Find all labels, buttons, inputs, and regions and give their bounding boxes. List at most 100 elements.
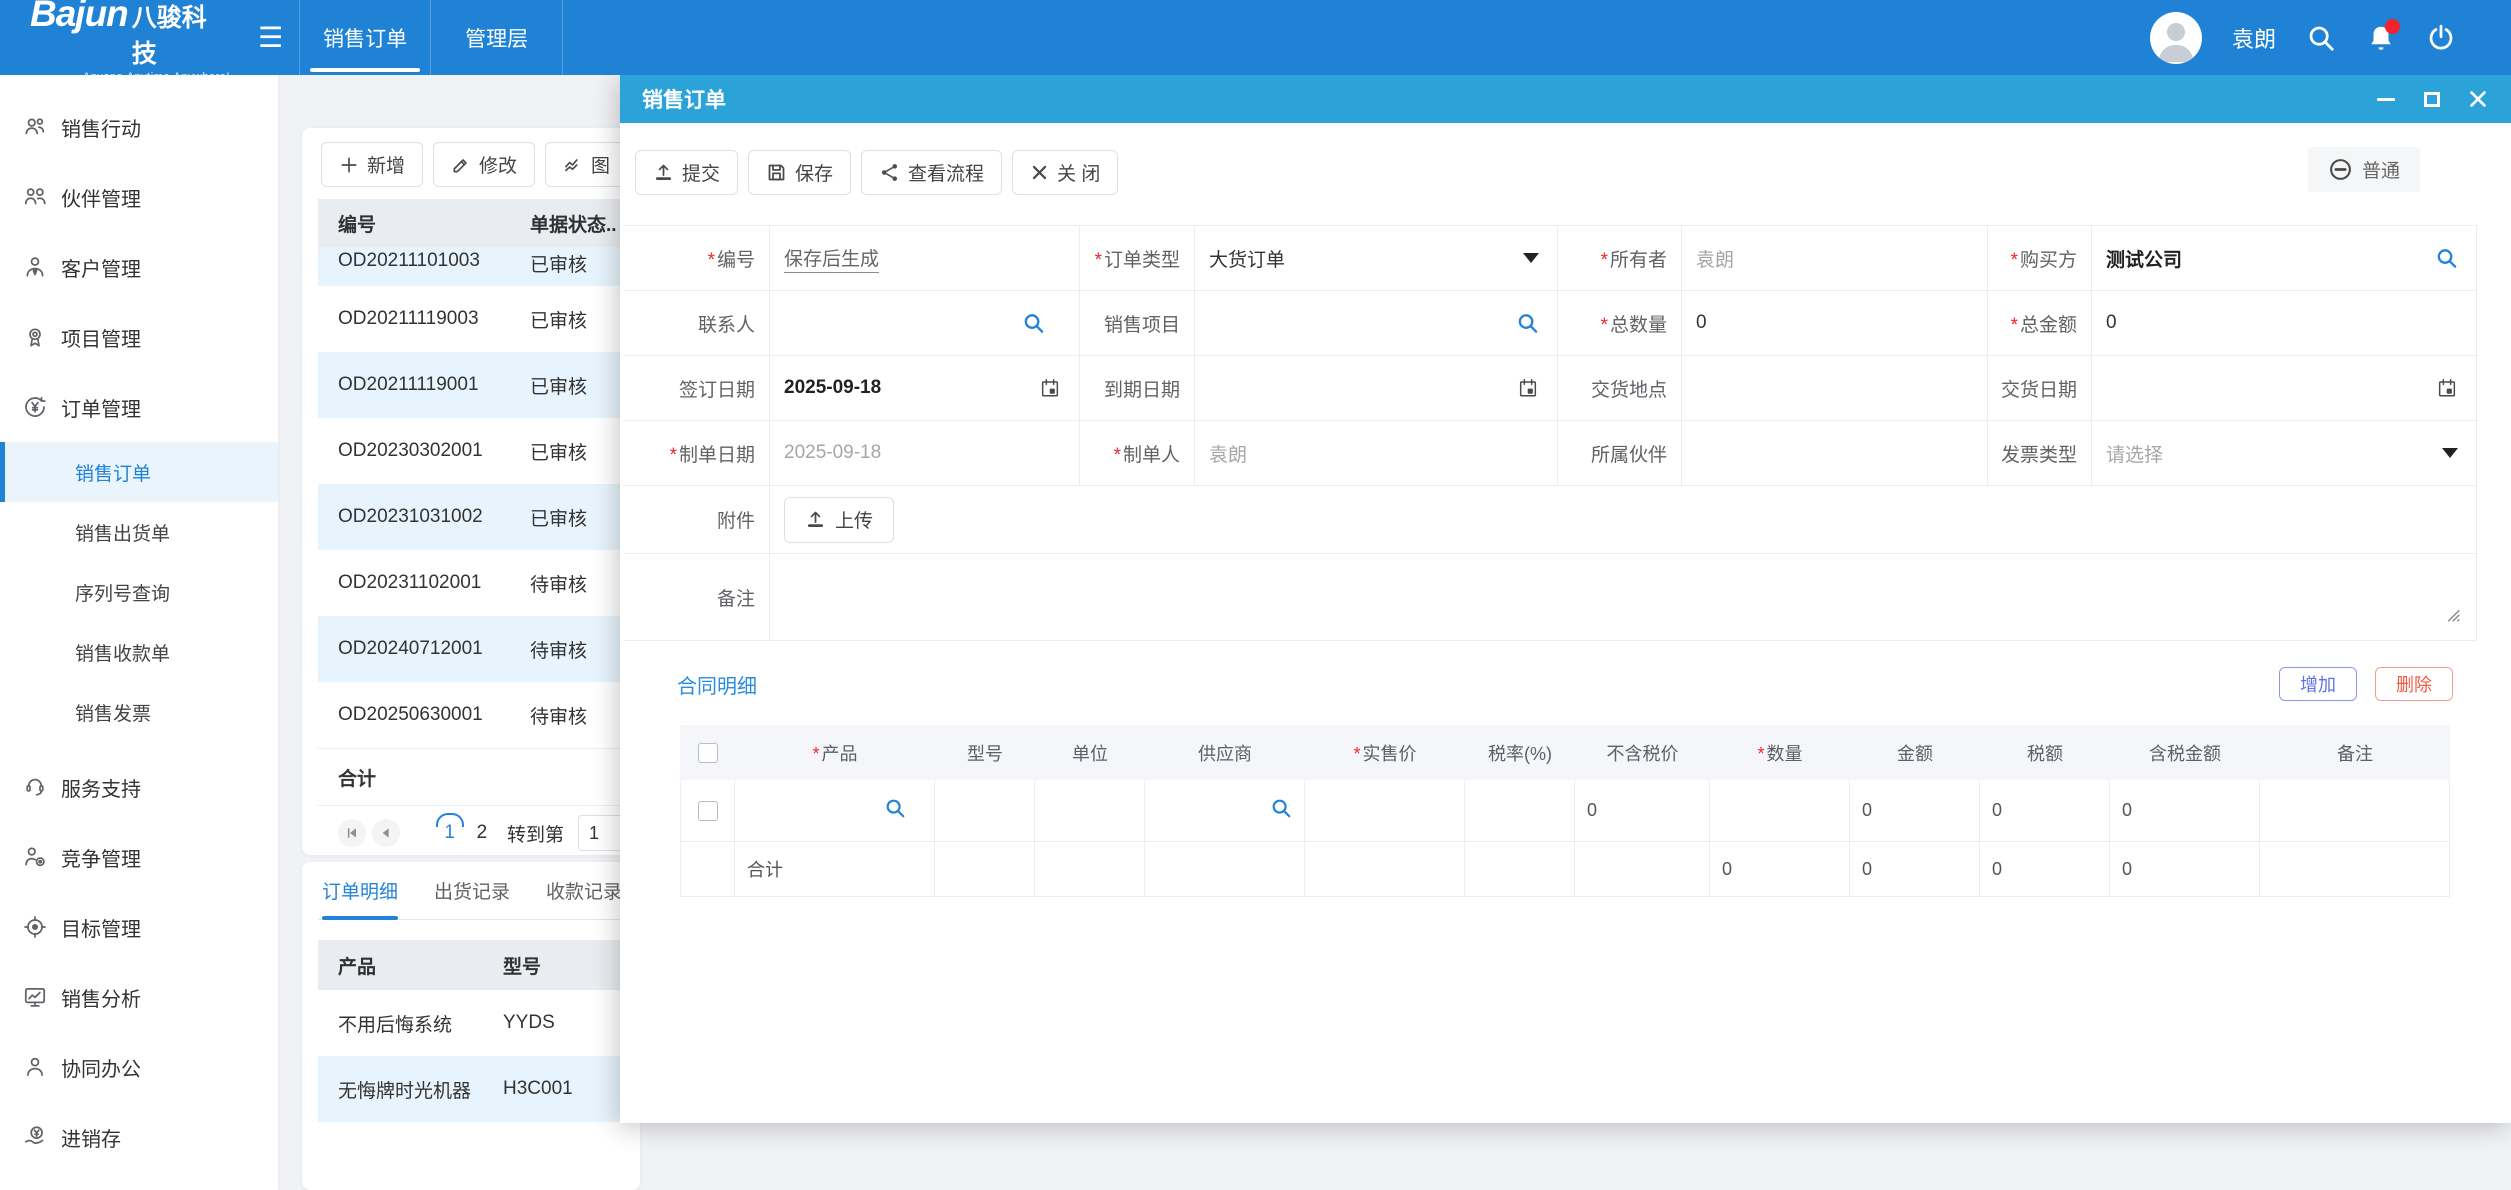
- tab-sales-order[interactable]: 销售订单: [299, 0, 431, 75]
- table-row[interactable]: 不用后悔系统 YYDS: [318, 990, 624, 1056]
- add-row-button[interactable]: 增加: [2279, 667, 2357, 701]
- search-icon[interactable]: [884, 797, 906, 824]
- maximize-icon[interactable]: [2421, 88, 2443, 110]
- total-amount-field[interactable]: 0: [2092, 291, 2477, 356]
- add-button[interactable]: 新增: [321, 142, 423, 187]
- resize-handle-icon[interactable]: [2440, 602, 2462, 630]
- submit-button[interactable]: 提交: [635, 150, 738, 195]
- product-model: H3C001: [503, 1078, 624, 1100]
- qty-cell[interactable]: [1710, 780, 1850, 842]
- search-icon[interactable]: [2306, 23, 2336, 53]
- model-cell[interactable]: [935, 780, 1035, 842]
- table-row[interactable]: OD20231102001待审核: [318, 550, 624, 616]
- tab-management[interactable]: 管理层: [431, 0, 563, 75]
- remark-cell[interactable]: [2260, 780, 2450, 842]
- close-icon[interactable]: [2467, 88, 2489, 110]
- save-button[interactable]: 保存: [748, 150, 851, 195]
- remark-textarea[interactable]: [770, 554, 2477, 641]
- amount-cell[interactable]: 0: [1850, 780, 1980, 842]
- sidebar-item-customer-mgmt[interactable]: 客户管理: [0, 232, 278, 302]
- price-ex-tax-cell[interactable]: 0: [1575, 780, 1710, 842]
- sidebar-item-goal-mgmt[interactable]: 目标管理: [0, 892, 278, 962]
- delivery-place-field[interactable]: [1682, 356, 1988, 421]
- sidebar-subitem-sales-shipment[interactable]: 销售出货单: [0, 502, 278, 562]
- delivery-date-field[interactable]: [2092, 356, 2477, 421]
- first-page-button[interactable]: [338, 819, 366, 847]
- total-amount-value: 0: [2106, 312, 2117, 334]
- supplier-cell[interactable]: [1145, 780, 1305, 842]
- sidebar-item-service-support[interactable]: 服务支持: [0, 752, 278, 822]
- calendar-icon[interactable]: [1517, 377, 1539, 399]
- sidebar-subitem-sales-receipt[interactable]: 销售收款单: [0, 622, 278, 682]
- table-row[interactable]: OD20211119001已审核: [318, 352, 624, 418]
- delete-row-button[interactable]: 删除: [2375, 667, 2453, 701]
- contact-field[interactable]: [770, 291, 1080, 356]
- sale-price-cell[interactable]: [1305, 780, 1465, 842]
- tax-cell[interactable]: 0: [1980, 780, 2110, 842]
- amount-inc-tax-cell[interactable]: 0: [2110, 780, 2260, 842]
- buyer-field[interactable]: 测试公司: [2092, 226, 2477, 291]
- table-row[interactable]: OD20211119003已审核: [318, 286, 624, 352]
- total-qty-field[interactable]: 0: [1682, 291, 1988, 356]
- page-1[interactable]: 1: [437, 822, 463, 844]
- due-date-field[interactable]: [1195, 356, 1558, 421]
- calendar-icon[interactable]: [2436, 377, 2458, 399]
- sidebar-item-competition-mgmt[interactable]: 竞争管理: [0, 822, 278, 892]
- power-icon[interactable]: [2426, 23, 2456, 53]
- calendar-icon[interactable]: [1039, 377, 1061, 399]
- order-type-select[interactable]: 大货订单: [1195, 226, 1558, 291]
- partner-field[interactable]: [1682, 421, 1988, 486]
- tax-rate-cell[interactable]: [1465, 780, 1575, 842]
- view-process-button[interactable]: 查看流程: [861, 150, 1002, 195]
- tab-order-detail[interactable]: 订单明细: [322, 862, 398, 920]
- creator-field[interactable]: 袁朗: [1195, 421, 1558, 486]
- table-row[interactable]: OD20250630001待审核: [318, 682, 624, 748]
- owner-field[interactable]: 袁朗: [1682, 226, 1988, 291]
- page-2[interactable]: 2: [469, 822, 495, 844]
- sign-date-field[interactable]: 2025-09-18: [770, 356, 1080, 421]
- sidebar-item-collaboration[interactable]: 协同办公: [0, 1032, 278, 1102]
- notification-bell-icon[interactable]: [2366, 23, 2396, 53]
- sidebar-item-project-mgmt[interactable]: 项目管理: [0, 302, 278, 372]
- close-dialog-button[interactable]: 关 闭: [1012, 150, 1118, 195]
- search-icon[interactable]: [1022, 312, 1045, 335]
- sidebar-subitem-serial-query[interactable]: 序列号查询: [0, 562, 278, 622]
- product-cell[interactable]: [735, 780, 935, 842]
- tab-receipt-records[interactable]: 收款记录: [546, 862, 622, 920]
- invoice-type-select[interactable]: 请选择: [2092, 421, 2477, 486]
- number-field[interactable]: 保存后生成: [770, 226, 1080, 291]
- sidebar-item-order-mgmt[interactable]: 订单管理: [0, 372, 278, 442]
- sidebar-subitem-label: 销售出货单: [75, 519, 170, 546]
- sidebar-item-sales-analysis[interactable]: 销售分析: [0, 962, 278, 1032]
- table-row[interactable]: OD20211101003已审核: [318, 247, 624, 286]
- table-row[interactable]: 无悔牌时光机器 H3C001: [318, 1056, 624, 1122]
- tab-shipment-records[interactable]: 出货记录: [434, 862, 510, 920]
- username[interactable]: 袁朗: [2232, 22, 2276, 54]
- search-icon[interactable]: [2435, 247, 2458, 270]
- sidebar-item-partner-mgmt[interactable]: 伙伴管理: [0, 162, 278, 232]
- table-row[interactable]: OD20240712001待审核: [318, 616, 624, 682]
- search-icon[interactable]: [1516, 312, 1539, 335]
- unit-cell[interactable]: [1035, 780, 1145, 842]
- sidebar-item-sales-action[interactable]: 销售行动: [0, 92, 278, 162]
- edit-button[interactable]: 修改: [433, 142, 535, 187]
- select-all-checkbox[interactable]: [698, 743, 718, 763]
- row-checkbox[interactable]: [698, 801, 718, 821]
- sales-project-field[interactable]: [1195, 291, 1558, 356]
- sidebar-item-inventory[interactable]: 进销存: [0, 1102, 278, 1172]
- field-label-creator: 制单人: [1114, 440, 1180, 467]
- sidebar-subitem-sales-order[interactable]: 销售订单: [0, 442, 278, 502]
- search-icon[interactable]: [1270, 797, 1292, 824]
- sidebar-subitem-sales-invoice[interactable]: 销售发票: [0, 682, 278, 742]
- table-row[interactable]: OD20231031002已审核: [318, 484, 624, 550]
- avatar[interactable]: [2150, 12, 2202, 64]
- upload-button[interactable]: 上传: [784, 497, 894, 543]
- chart-button[interactable]: 图: [545, 142, 628, 187]
- goto-page-input[interactable]: [578, 815, 624, 851]
- create-date-field[interactable]: 2025-09-18: [770, 421, 1080, 486]
- hamburger-menu-icon[interactable]: ☰: [258, 24, 283, 52]
- mode-toggle-button[interactable]: 普通: [2308, 147, 2420, 192]
- minimize-icon[interactable]: [2375, 88, 2397, 110]
- table-row[interactable]: OD20230302001已审核: [318, 418, 624, 484]
- prev-page-button[interactable]: [372, 819, 400, 847]
